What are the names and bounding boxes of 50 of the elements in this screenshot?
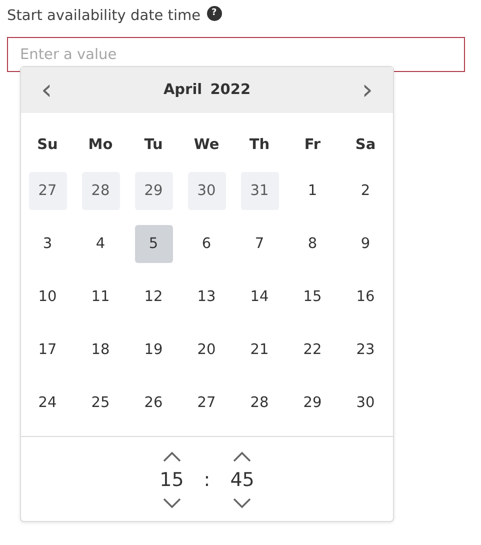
day-button[interactable]: 27: [28, 172, 66, 210]
day-button[interactable]: 21: [240, 331, 278, 369]
help-icon[interactable]: ?: [206, 6, 222, 20]
day-button[interactable]: 18: [82, 331, 120, 369]
weekday-label: Th: [249, 136, 270, 155]
day-button[interactable]: 28: [82, 172, 120, 210]
day-button[interactable]: 14: [240, 278, 278, 316]
day-button[interactable]: 29: [294, 384, 332, 422]
field-label: Start availability date time: [7, 8, 201, 24]
weekday-label: Sa: [355, 136, 376, 155]
day-button[interactable]: 1: [294, 172, 332, 210]
weekday-label: Su: [37, 136, 58, 155]
day-button[interactable]: 12: [134, 278, 172, 316]
day-button[interactable]: 11: [82, 278, 120, 316]
weekday-label: Fr: [304, 136, 321, 155]
day-button[interactable]: 28: [240, 384, 278, 422]
minute-value: 45: [230, 469, 254, 491]
day-button[interactable]: 6: [188, 225, 226, 263]
day-button[interactable]: 30: [188, 172, 226, 210]
weekday-label: Tu: [144, 136, 163, 155]
day-button[interactable]: 15: [294, 278, 332, 316]
time-separator: :: [202, 469, 212, 491]
day-button[interactable]: 8: [294, 225, 332, 263]
day-button[interactable]: 16: [346, 278, 384, 316]
day-button[interactable]: 22: [294, 331, 332, 369]
day-button[interactable]: 26: [134, 384, 172, 422]
day-button[interactable]: 17: [28, 331, 66, 369]
day-button[interactable]: 10: [28, 278, 66, 316]
day-button[interactable]: 2: [346, 172, 384, 210]
day-button[interactable]: 27: [188, 384, 226, 422]
previous-month-button[interactable]: ‹: [35, 76, 58, 104]
day-button[interactable]: 29: [134, 172, 172, 210]
day-button[interactable]: 30: [346, 384, 384, 422]
weekday-label: We: [194, 136, 220, 155]
day-button[interactable]: 9: [346, 225, 384, 263]
day-button[interactable]: 3: [28, 225, 66, 263]
next-month-button[interactable]: ›: [356, 76, 379, 104]
month-title: April 2022: [163, 82, 251, 98]
weekday-label: Mo: [88, 136, 113, 155]
day-button[interactable]: 4: [82, 225, 120, 263]
day-button[interactable]: 23: [346, 331, 384, 369]
day-button[interactable]: 31: [240, 172, 278, 210]
day-button[interactable]: 5: [134, 225, 172, 263]
day-button[interactable]: 20: [188, 331, 226, 369]
day-button[interactable]: 7: [240, 225, 278, 263]
day-button[interactable]: 25: [82, 384, 120, 422]
day-button[interactable]: 13: [188, 278, 226, 316]
day-button[interactable]: 19: [134, 331, 172, 369]
hour-value: 15: [160, 469, 184, 491]
day-button[interactable]: 24: [28, 384, 66, 422]
